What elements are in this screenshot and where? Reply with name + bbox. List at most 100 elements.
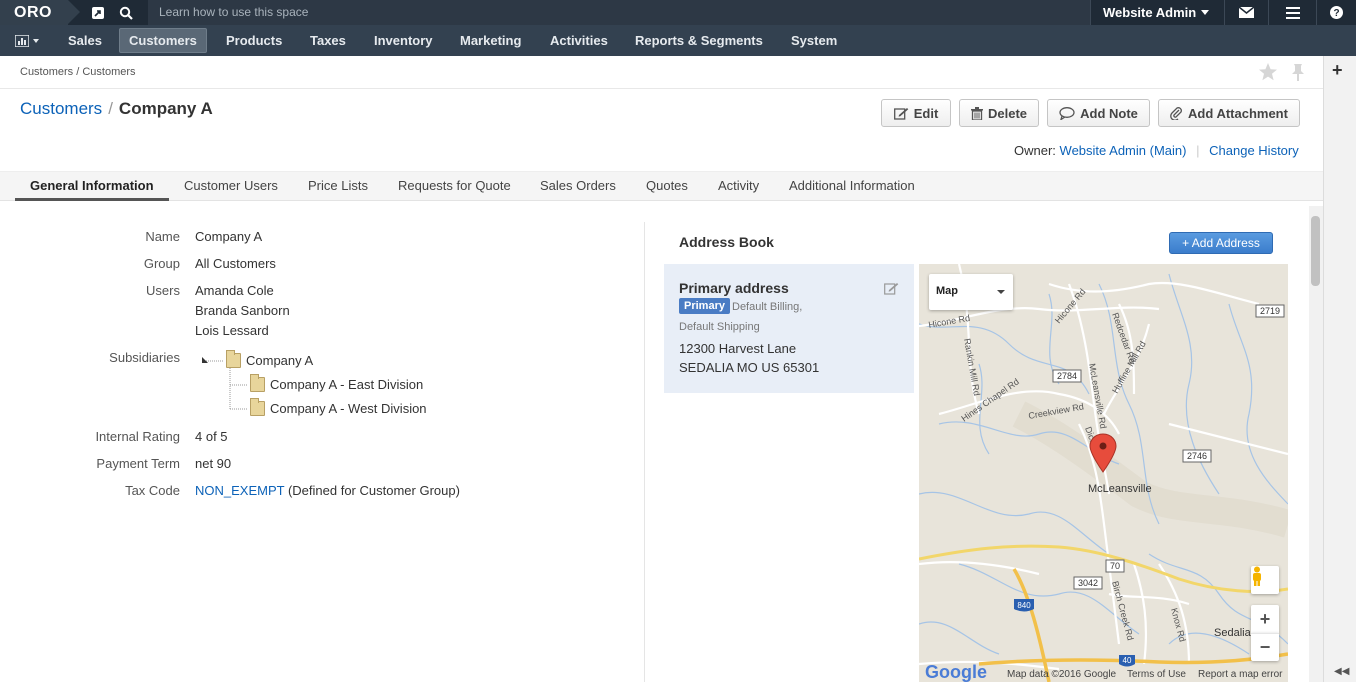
collapse-icon[interactable]: ◀◀ [1334,666,1349,677]
route-shield: 2784 [1057,371,1077,381]
scrollbar-thumb[interactable] [1311,216,1320,286]
name-label: Name [145,229,180,244]
search-icon[interactable] [112,0,140,25]
tax-code-value: NON_EXEMPT (Defined for Customer Group) [195,483,460,498]
tab-activity[interactable]: Activity [703,172,774,201]
map-type-label: Map [936,285,958,297]
address-title: Primary address [679,280,789,296]
comment-icon [1059,106,1075,120]
address-map[interactable]: Hicone Rd Hicone Rd Redcedar Rd Huffine … [919,264,1288,682]
chart-icon [15,34,29,47]
search-input[interactable]: Learn how to use this space [148,0,1090,25]
tab-general-information[interactable]: General Information [15,172,169,201]
map-data-credit: Map data ©2016 Google [1007,669,1117,680]
group-label: Group [143,256,180,271]
users-label: Users [146,283,180,298]
city-label: McLeansville [1088,483,1152,495]
map-terms-link[interactable]: Terms of Use [1127,669,1186,680]
add-address-button[interactable]: + Add Address [1169,232,1273,254]
zoom-out-button[interactable]: − [1251,633,1279,661]
map-footer: Map data ©2016 Google Terms of Use Repor… [919,668,1288,682]
paperclip-icon [1170,107,1182,120]
title-customers-link[interactable]: Customers [20,99,102,118]
map-report-link[interactable]: Report a map error [1198,669,1282,680]
top-bar: ORO Learn how to use this space Website … [0,0,1356,25]
favorite-star-icon[interactable] [1257,61,1279,83]
user-link-amanda-cole[interactable]: Amanda Cole [195,283,274,298]
tree-node-west-division[interactable]: Company A - West Division [250,398,427,416]
nav-marketing[interactable]: Marketing [451,28,530,53]
nav-taxes[interactable]: Taxes [301,28,355,53]
tab-price-lists[interactable]: Price Lists [293,172,383,201]
change-history-link[interactable]: Change History [1209,143,1299,158]
city-label: Sedalia [1214,627,1252,639]
route-shield: 70 [1110,561,1120,571]
nav-system[interactable]: System [782,28,846,53]
tree-node-label: Company A - West Division [270,401,427,416]
tax-code-link[interactable]: NON_EXEMPT [195,483,284,498]
user-link-branda-sanborn[interactable]: Branda Sanborn [195,303,290,318]
route-shield: 2746 [1187,451,1207,461]
nav-products[interactable]: Products [217,28,291,53]
internal-rating-label: Internal Rating [95,429,180,444]
owner-label: Owner: [1014,143,1056,158]
page-title: Customers / Company A [20,99,213,119]
map-type-select[interactable]: Map [929,274,1013,310]
title-company-name: Company A [118,99,213,118]
content-scrollbar[interactable] [1309,206,1323,682]
add-widget-icon[interactable]: + [1332,60,1343,81]
pin-icon[interactable] [1287,61,1309,83]
group-link[interactable]: All Customers [195,256,276,271]
route-shield: 3042 [1078,578,1098,588]
svg-text:?: ? [1333,8,1339,19]
tree-node-east-division[interactable]: Company A - East Division [250,374,423,392]
address-book-title: Address Book [679,234,774,250]
main-navigation: Sales Customers Products Taxes Inventory… [0,25,1356,56]
user-link-lois-lessard[interactable]: Lois Lessard [195,323,269,338]
owner-info: Owner: Website Admin (Main) | Change His… [1014,143,1299,158]
add-note-label: Add Note [1080,105,1138,121]
internal-rating-value: 4 of 5 [195,429,228,444]
nav-customers[interactable]: Customers [119,28,207,53]
tab-quotes[interactable]: Quotes [631,172,703,201]
tree-node-root[interactable]: Company A [226,350,314,368]
oro-logo[interactable]: ORO [0,0,80,25]
user-name: Website Admin [1103,5,1197,20]
folder-icon [250,374,265,392]
tab-sales-orders[interactable]: Sales Orders [525,172,631,201]
tax-code-note: (Defined for Customer Group) [287,483,460,498]
dashboard-menu[interactable] [8,28,46,53]
nav-sales[interactable]: Sales [59,28,111,53]
email-icon[interactable] [1224,0,1268,25]
nav-reports-segments[interactable]: Reports & Segments [626,28,772,53]
breadcrumb: Customers / Customers [20,66,136,78]
nav-activities[interactable]: Activities [541,28,617,53]
tab-additional-information[interactable]: Additional Information [774,172,930,201]
edit-button[interactable]: Edit [881,99,951,127]
tab-requests-for-quote[interactable]: Requests for Quote [383,172,526,201]
title-separator: / [108,99,113,118]
address-types-line1: Default Billing, [732,301,803,313]
address-card[interactable]: Primary address Primary Default Billing,… [664,264,914,393]
help-icon[interactable]: ? [1316,0,1356,25]
edit-icon[interactable] [884,282,899,295]
add-note-button[interactable]: Add Note [1047,99,1150,127]
hamburger-menu-icon[interactable] [1268,0,1316,25]
add-attachment-button[interactable]: Add Attachment [1158,99,1300,127]
tab-customer-users[interactable]: Customer Users [169,172,293,201]
name-value: Company A [195,229,263,244]
nav-inventory[interactable]: Inventory [365,28,442,53]
divider [0,88,1323,89]
zoom-in-button[interactable]: + [1251,605,1279,633]
shortcut-icon[interactable] [84,0,112,25]
owner-org[interactable]: (Main) [1150,143,1187,158]
delete-label: Delete [987,105,1028,121]
tree-node-label: Company A [246,353,314,368]
payment-term-link[interactable]: net 90 [195,456,231,471]
user-menu[interactable]: Website Admin [1090,0,1224,25]
tab-bar: General Information Customer Users Price… [0,171,1323,201]
delete-button[interactable]: Delete [959,99,1039,127]
address-city: SEDALIA MO US 65301 [679,360,820,375]
owner-link[interactable]: Website Admin [1060,143,1146,158]
street-view-pegman-icon[interactable] [1251,566,1279,594]
